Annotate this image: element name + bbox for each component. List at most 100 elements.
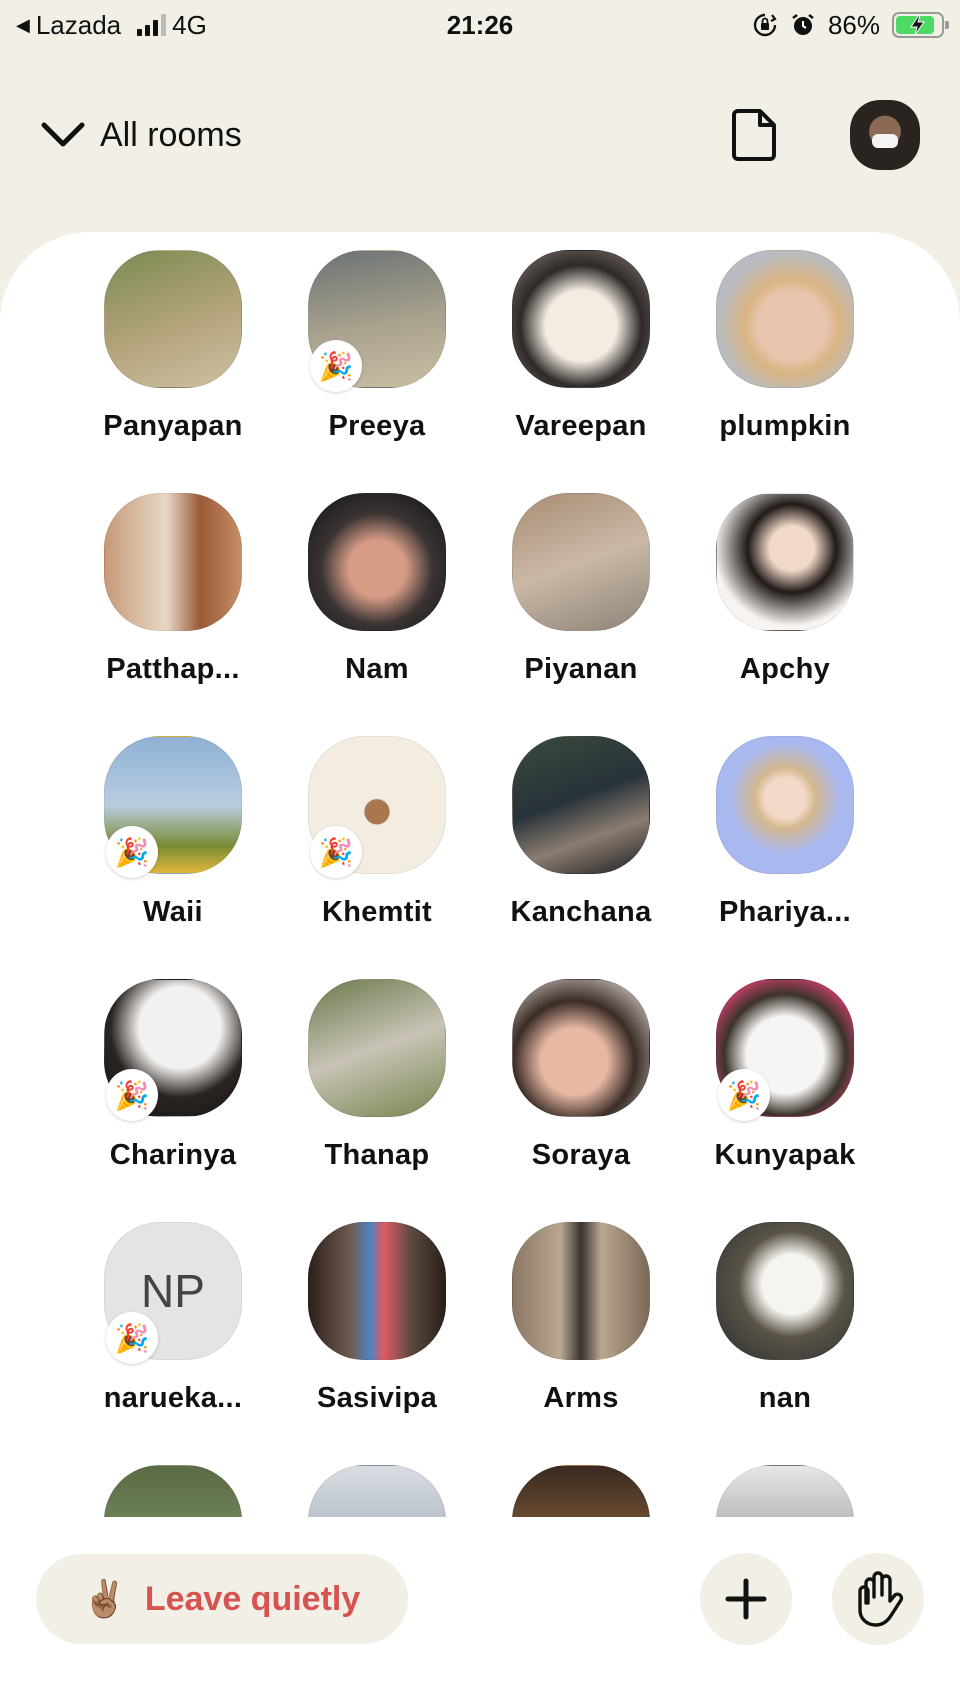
- document-icon[interactable]: [732, 107, 778, 163]
- person-tile[interactable]: Thanap: [275, 979, 479, 1172]
- person-tile[interactable]: Phariya...: [683, 736, 887, 929]
- rooms-title[interactable]: All rooms: [100, 116, 242, 155]
- person-tile[interactable]: Vareepan: [479, 250, 683, 443]
- avatar-container: 🎉: [104, 979, 242, 1121]
- avatar-container: [308, 493, 446, 631]
- person-tile[interactable]: Panyapan: [71, 250, 275, 443]
- person-name: plumpkin: [719, 410, 851, 442]
- person-tile[interactable]: Sasivipa: [275, 1222, 479, 1415]
- person-name: Kanchana: [510, 896, 652, 928]
- avatar-container: [716, 1222, 854, 1360]
- status-left: ◀ Lazada 4G: [16, 10, 207, 41]
- footer-bar: ✌🏽 Leave quietly: [0, 1552, 960, 1646]
- person-tile[interactable]: Kanchana: [479, 736, 683, 929]
- plus-icon: [725, 1578, 767, 1620]
- people-grid: Panyapan 🎉 Preeya Vareepan plumpkin Patthap..…: [71, 250, 889, 1625]
- avatar-container: [512, 736, 650, 874]
- add-button[interactable]: [700, 1553, 792, 1645]
- face-mask-shape: [872, 134, 898, 148]
- avatar[interactable]: [308, 979, 446, 1117]
- avatar[interactable]: [716, 250, 854, 388]
- avatar-container: [308, 979, 446, 1117]
- person-name: narueka...: [103, 1382, 243, 1414]
- avatar-container: [512, 250, 650, 388]
- person-tile[interactable]: 🎉 Preeya: [275, 250, 479, 443]
- all-rooms-dropdown[interactable]: All rooms: [40, 116, 242, 155]
- person-tile[interactable]: NP 🎉 narueka...: [71, 1222, 275, 1415]
- avatar[interactable]: [716, 493, 854, 631]
- rotation-lock-icon: [753, 13, 777, 37]
- raise-hand-button[interactable]: [832, 1553, 924, 1645]
- person-name: Soraya: [531, 1139, 631, 1171]
- person-name: Apchy: [739, 653, 831, 685]
- person-name: Panyapan: [103, 410, 243, 442]
- party-popper-icon: 🎉: [106, 1069, 158, 1121]
- avatar-container: [308, 1222, 446, 1360]
- party-popper-icon: 🎉: [106, 1312, 158, 1364]
- avatar-container: [512, 493, 650, 631]
- avatar[interactable]: [512, 979, 650, 1117]
- person-tile[interactable]: Nam: [275, 493, 479, 686]
- person-name: Nam: [345, 653, 409, 685]
- person-name: Piyanan: [524, 653, 638, 685]
- person-name: Khemtit: [321, 896, 433, 928]
- battery-icon: [892, 12, 949, 38]
- room-panel: Panyapan 🎉 Preeya Vareepan plumpkin Patthap..…: [0, 232, 960, 1707]
- avatar[interactable]: [512, 493, 650, 631]
- person-tile[interactable]: plumpkin: [683, 250, 887, 443]
- avatar[interactable]: [716, 1222, 854, 1360]
- person-name: Phariya...: [719, 896, 851, 928]
- header-actions: [732, 100, 920, 170]
- person-tile[interactable]: 🎉 Khemtit: [275, 736, 479, 929]
- avatar-container: [716, 250, 854, 388]
- party-popper-icon: 🎉: [310, 340, 362, 392]
- avatar-container: [716, 493, 854, 631]
- back-app-label[interactable]: Lazada: [36, 10, 121, 41]
- avatar-container: [512, 1222, 650, 1360]
- avatar-container: 🎉: [308, 250, 446, 392]
- footer-actions: [700, 1553, 924, 1645]
- person-tile[interactable]: Apchy: [683, 493, 887, 686]
- avatar-container: [512, 979, 650, 1117]
- person-tile[interactable]: Arms: [479, 1222, 683, 1415]
- avatar-container: 🎉: [104, 736, 242, 878]
- avatar[interactable]: [512, 736, 650, 874]
- person-name: nan: [758, 1382, 812, 1414]
- peace-hand-icon: ✌🏽: [82, 1578, 127, 1619]
- avatar[interactable]: [308, 493, 446, 631]
- person-tile[interactable]: Piyanan: [479, 493, 683, 686]
- person-name: Arms: [543, 1382, 619, 1414]
- person-tile[interactable]: Patthap...: [71, 493, 275, 686]
- profile-avatar[interactable]: [850, 100, 920, 170]
- person-name: Kunyapak: [714, 1139, 856, 1171]
- avatar-container: [104, 493, 242, 631]
- avatar[interactable]: [512, 250, 650, 388]
- person-name: Patthap...: [106, 653, 240, 685]
- person-name: Sasivipa: [316, 1382, 438, 1414]
- leave-quietly-label: Leave quietly: [144, 1579, 361, 1618]
- person-tile[interactable]: nan: [683, 1222, 887, 1415]
- person-tile[interactable]: Soraya: [479, 979, 683, 1172]
- avatar[interactable]: [308, 1222, 446, 1360]
- person-name: Waii: [143, 896, 203, 928]
- person-tile[interactable]: 🎉 Charinya: [71, 979, 275, 1172]
- party-popper-icon: 🎉: [310, 826, 362, 878]
- person-name: Charinya: [109, 1139, 237, 1171]
- party-popper-icon: 🎉: [106, 826, 158, 878]
- back-arrow-icon[interactable]: ◀: [16, 15, 30, 36]
- battery-percent: 86%: [827, 9, 880, 40]
- signal-icon: [137, 14, 167, 36]
- avatar[interactable]: [512, 1222, 650, 1360]
- person-name: Vareepan: [515, 410, 647, 442]
- network-label: 4G: [172, 9, 207, 40]
- avatar[interactable]: [104, 250, 242, 388]
- chevron-down-icon[interactable]: [40, 120, 86, 150]
- avatar[interactable]: [716, 736, 854, 874]
- avatar[interactable]: [104, 493, 242, 631]
- person-tile[interactable]: 🎉 Kunyapak: [683, 979, 887, 1172]
- avatar-container: 🎉: [716, 979, 854, 1121]
- avatar-container: [104, 250, 242, 388]
- avatar-container: NP 🎉: [104, 1222, 242, 1364]
- person-tile[interactable]: 🎉 Waii: [71, 736, 275, 929]
- leave-quietly-button[interactable]: ✌🏽 Leave quietly: [36, 1554, 408, 1644]
